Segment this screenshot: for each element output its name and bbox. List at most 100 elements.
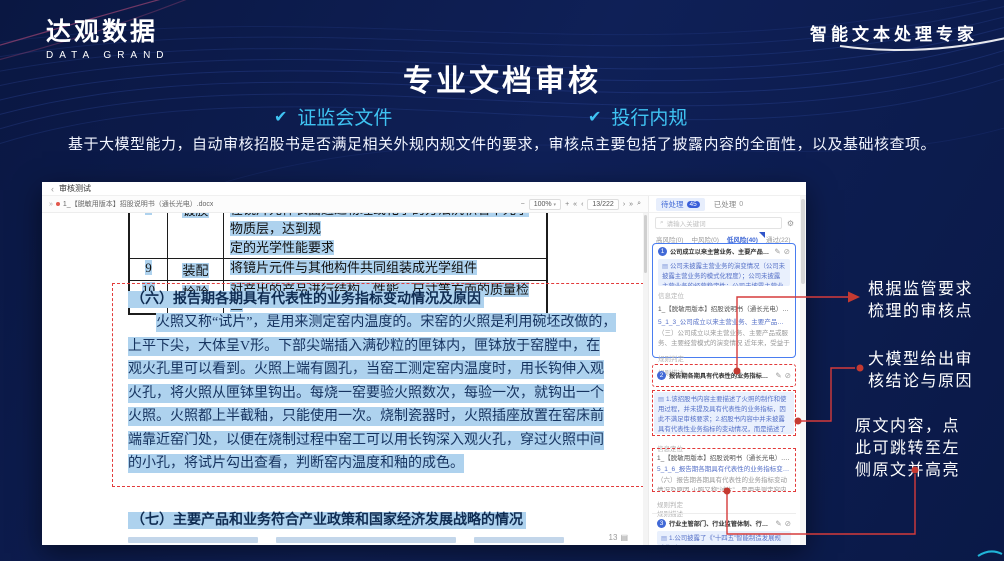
page-indicator[interactable]: 13/222 bbox=[587, 199, 618, 210]
brand-logo: 达观数据 DATA GRAND bbox=[46, 12, 170, 61]
page-title: 专业文档审核 bbox=[0, 56, 1004, 100]
page-footer: 13 ▤ bbox=[609, 533, 628, 542]
document-viewer[interactable]: 8 镀膜 在镜片元件表面通过物理或化学的方法沉积若干光学物质层，达到规 定的光学… bbox=[42, 213, 648, 545]
bullet-csrc-files: ✔ 证监会文件 bbox=[274, 103, 392, 130]
audit-card-2-header[interactable]: 2 报告期各期具有代表性的业务指标变动情况及原因 ✎ ⊘ bbox=[652, 364, 796, 387]
source-section-link[interactable]: 5_1_6_报告期各期具有代表性的业务指标变动情况及原因 bbox=[657, 463, 791, 473]
app-title: 审核测试 bbox=[59, 183, 91, 194]
source-text-red-dashed-box[interactable]: 1_【脱敏用版本】招股说明书（通长光电）.docx 5_1_6_报告期各期具有代… bbox=[652, 448, 796, 492]
filter-icon[interactable]: ⚙ bbox=[787, 219, 794, 228]
zoom-in-button[interactable]: + bbox=[565, 201, 569, 208]
search-placeholder: 请输入关键词 bbox=[667, 218, 706, 228]
description: 基于大模型能力，自动审核招股书是否满足相关外规内规文件的要求，审核点主要包括了披… bbox=[0, 133, 1004, 154]
annotation-audit-points: 根据监管要求 梳理的审核点 bbox=[868, 279, 973, 323]
rule-judgement-label: 规则判定 bbox=[658, 353, 790, 363]
last-page-button[interactable]: » bbox=[629, 201, 633, 208]
menu-icon[interactable]: » bbox=[49, 201, 53, 208]
document-name: 1_【脱敏用版本】招股说明书（通长光电）.docx bbox=[63, 199, 214, 209]
review-panel: 待处理 45 已处理 0 ⌕ 请输入关键词 ⚙ 高风险(0) 中风险(0) 低风… bbox=[648, 196, 800, 545]
exclude-icon[interactable]: ⊘ bbox=[785, 519, 791, 528]
annotation-llm-conclusion: 大模型给出审 核结论与原因 bbox=[868, 349, 973, 393]
info-location-label: 信息定位 bbox=[658, 290, 790, 300]
table-row: 9 装配 将镜片元件与其他构件共同组装成光学组件 bbox=[130, 258, 546, 280]
flag-icon bbox=[759, 232, 765, 238]
paragraph-line: 观火孔里可以看到。火照上端有圆孔，当窑工测定窑内温度时，用长钩伸入观 bbox=[128, 358, 633, 382]
first-page-button[interactable]: « bbox=[573, 201, 577, 208]
source-doc-name[interactable]: 1_【脱敏用版本】招股说明书（通长光电）.docx bbox=[657, 452, 791, 462]
back-icon[interactable]: ‹ bbox=[51, 184, 54, 194]
brand-tagline: 智能文本处理专家 bbox=[810, 20, 978, 45]
paragraph-line: 的小孔，将试片勾出查看，判断窑内温度和釉的成色。 bbox=[128, 452, 633, 476]
section6-paragraph[interactable]: 火照又称“试片”，是用来测定窑内温度的。宋窑的火照是利用碗坯改做的， 上平下尖，… bbox=[128, 311, 633, 476]
search-icon: ⌕ bbox=[660, 219, 664, 227]
slide: 达观数据 DATA GRAND 智能文本处理专家 专业文档审核 ✔ 证监会文件 … bbox=[0, 0, 1004, 561]
tab-processed[interactable]: 已处理 0 bbox=[714, 199, 743, 210]
exclude-icon[interactable]: ⊘ bbox=[784, 247, 790, 256]
audit-result-red-dashed-box: ▤1.该招股书内容主要描述了火照的制作和使用过程，并未提及具有代表性的业务指标，… bbox=[652, 390, 796, 436]
table-cell-desc: 将镜片元件与其他构件共同组装成光学组件 bbox=[230, 260, 477, 275]
doc-icon: ▤ bbox=[658, 396, 664, 403]
doc-status-dot bbox=[56, 202, 60, 206]
section7-heading: （七）主要产品和业务符合产业政策和国家经济发展战略的情况 bbox=[128, 509, 526, 529]
audit-card-1[interactable]: 1 公司成立以来主营业务、主要产品或服务、主要... ✎ ⊘ ▤公司未披露主营业务… bbox=[652, 243, 796, 358]
section6-heading: （六）报告期各期具有代表性的业务指标变动情况及原因 bbox=[128, 288, 484, 308]
edit-icon[interactable]: ✎ bbox=[775, 371, 781, 380]
bullet-label: 证监会文件 bbox=[297, 103, 392, 130]
edit-icon[interactable]: ✎ bbox=[774, 247, 780, 256]
panel-divider bbox=[652, 513, 796, 514]
panel-scrollbar[interactable] bbox=[800, 196, 806, 545]
exclude-icon[interactable]: ⊘ bbox=[785, 371, 791, 380]
audit-point-title: 报告期各期具有代表性的业务指标变动情况及原因 bbox=[669, 371, 772, 380]
audit-card-header: 3 行业主管部门、行业监管体制、行业主要法律法... ✎⊘ bbox=[657, 519, 791, 528]
table-cell-desc: 在镜片元件表面通过物理或化学的方法沉积若干光学物质层，达到规 bbox=[230, 213, 529, 236]
paragraph-line: 火照又称“试片”，是用来测定窑内温度的。宋窑的火照是利用碗坯改做的， bbox=[128, 311, 633, 335]
app-screenshot: ‹ 审核测试 » 1_【脱敏用版本】招股说明书（通长光电）.docx − 100… bbox=[42, 182, 806, 545]
zoom-out-button[interactable]: − bbox=[521, 201, 525, 208]
processed-count: 0 bbox=[739, 201, 743, 208]
table-cell-num: 9 bbox=[145, 260, 152, 275]
table-row: 8 镀膜 在镜片元件表面通过物理或化学的方法沉积若干光学物质层，达到规 定的光学… bbox=[130, 213, 546, 258]
table-cell-name: 装配 bbox=[182, 263, 208, 278]
search-input[interactable]: ⌕ 请输入关键词 bbox=[655, 217, 782, 229]
source-section-link[interactable]: 5_1_3_公司成立以来主营业务、主要产品或服务、主要经... bbox=[658, 316, 790, 326]
annotation-source-jump: 原文内容，点 此可跳转至左 侧原文并高亮 bbox=[855, 416, 960, 482]
source-excerpt[interactable]: （六）报告期各期具有代表性的业务指标变动情况及原因 火照又称“试片”，是用来测定… bbox=[657, 476, 791, 492]
panel-tabs: 待处理 45 已处理 0 bbox=[649, 196, 800, 213]
audit-result-box: ▤1.该招股书内容主要描述了火照的制作和使用过程，并未提及具有代表性的业务指标，… bbox=[654, 392, 794, 434]
audit-point-title: 公司成立以来主营业务、主要产品或服务、主要... bbox=[670, 247, 771, 256]
check-icon: ✔ bbox=[588, 107, 601, 127]
bullet-bank-rules: ✔ 投行内规 bbox=[588, 103, 687, 130]
page-footer-number: 13 bbox=[609, 533, 618, 542]
prev-page-button[interactable]: ‹ bbox=[581, 201, 583, 208]
audit-point-title: 行业主管部门、行业监管体制、行业主要法律法... bbox=[669, 519, 772, 528]
audit-result-box: ▤公司未披露主营业务的演变情况（公司未披露主营业务的模式化程度）；公司未披露主营… bbox=[658, 259, 790, 286]
table-cell-name: 镀膜 bbox=[182, 213, 208, 218]
brand-logo-cn: 达观数据 bbox=[46, 12, 170, 48]
check-icon: ✔ bbox=[274, 107, 287, 127]
source-doc-name[interactable]: 1_【脱敏用版本】招股说明书（通长光电）.docx bbox=[658, 303, 790, 313]
doc-icon: ▤ bbox=[662, 263, 668, 270]
paragraph-line: 火孔，将火照从匣钵里钩出。每烧一窑要验火照数次，每验一次，就钩出一个 bbox=[128, 382, 633, 406]
paragraph-line: 上平下尖，大体呈V形。下部尖端插入满砂粒的匣钵内，匣钵放于窑膛中，在 bbox=[128, 335, 633, 359]
clipped-text-line bbox=[128, 537, 628, 545]
tab-pending[interactable]: 待处理 45 bbox=[656, 198, 705, 211]
zoom-level-select[interactable]: 100% ▾ bbox=[529, 199, 561, 210]
arrowhead-icon bbox=[848, 292, 860, 303]
audit-card-3[interactable]: 3 行业主管部门、行业监管体制、行业主要法律法... ✎⊘ ▤1.公司披露了《“… bbox=[652, 516, 796, 545]
card-number-badge: 1 bbox=[658, 247, 667, 256]
chevron-down-icon: ▾ bbox=[554, 202, 557, 208]
paragraph-line: 火照。火照都上半截釉，只能使用一次。烧制瓷器时，火照插座放置在窑床前 bbox=[128, 405, 633, 429]
doc-icon: ▤ bbox=[661, 535, 667, 542]
zoom-level: 100% bbox=[534, 201, 552, 208]
grid-icon: ▤ bbox=[620, 533, 628, 542]
audit-result-box: ▤1.公司披露了《“十四五”智能制造发展规划》（国... bbox=[657, 531, 791, 545]
paragraph-line: 端靠近窑门处，以便在烧制过程中窑工可以用长钩深入观火孔，穿过火照中间 bbox=[128, 429, 633, 453]
panel-search-row: ⌕ 请输入关键词 ⚙ bbox=[655, 217, 794, 229]
pending-count-badge: 45 bbox=[687, 201, 700, 208]
table-cell-num: 8 bbox=[145, 213, 152, 215]
source-excerpt[interactable]: （三）公司成立以来主营业务、主要产品或服务、主要经营模式的演变情况 近年来，受益… bbox=[658, 329, 790, 349]
search-icon[interactable]: ⌕ bbox=[637, 200, 641, 208]
next-page-button[interactable]: › bbox=[623, 201, 625, 208]
card-number-badge: 2 bbox=[657, 371, 666, 380]
edit-icon[interactable]: ✎ bbox=[775, 519, 781, 528]
